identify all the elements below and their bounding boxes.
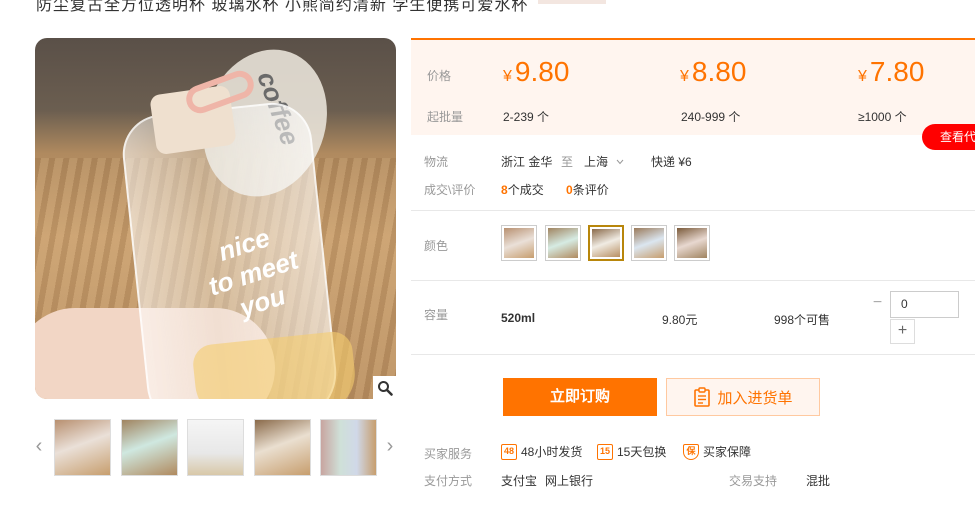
- batch-label: 起批量: [427, 110, 464, 124]
- zoom-button[interactable]: [373, 376, 396, 399]
- thumbnail-2[interactable]: [121, 419, 178, 476]
- logistics-label: 物流: [424, 155, 449, 169]
- logistics-to: 上海: [584, 155, 609, 169]
- sold-count: 8: [501, 183, 508, 197]
- tier-range-1: 2-239 个: [503, 110, 550, 124]
- capacity-stock: 998个可售: [774, 313, 831, 327]
- product-title: 防尘复古全方位透明杯 玻璃水杯 小熊简约清新 学生便携可爱水杯: [36, 0, 529, 14]
- title-tag: [538, 0, 606, 4]
- clipboard-icon: [694, 387, 711, 407]
- tier-price: 7.80: [869, 56, 925, 87]
- currency-symbol: ¥: [680, 68, 689, 85]
- price-tier-2: ¥8.80: [680, 56, 850, 88]
- thumbnail-1[interactable]: [54, 419, 111, 476]
- shield-icon: 保: [683, 443, 699, 460]
- quantity-plus-button[interactable]: +: [890, 319, 915, 344]
- currency-symbol: ¥: [503, 68, 512, 85]
- color-swatch-2[interactable]: [545, 225, 581, 261]
- divider: [411, 210, 975, 211]
- sold-info[interactable]: 8个成交: [501, 181, 544, 198]
- logistics-to-word: 至: [561, 155, 574, 169]
- payment-method-alipay: 支付宝: [501, 474, 538, 488]
- main-product-image[interactable]: coffee nice to meet you: [35, 38, 396, 399]
- color-label: 颜色: [424, 239, 449, 253]
- prev-thumb-arrow[interactable]: ‹: [32, 434, 46, 458]
- deals-label: 成交\评价: [424, 183, 476, 197]
- add-to-list-label: 加入进货单: [717, 389, 793, 407]
- capacity-unit-price: 9.80元: [662, 313, 698, 327]
- price-label: 价格: [427, 69, 452, 83]
- capacity-spec: 520ml: [501, 311, 536, 325]
- review-text: 条评价: [572, 183, 609, 197]
- quantity-input[interactable]: 0: [890, 291, 959, 318]
- service-48h[interactable]: 48 48小时发货: [501, 443, 582, 460]
- add-to-list-button[interactable]: 加入进货单: [666, 378, 820, 416]
- services-label: 买家服务: [424, 447, 473, 461]
- service-protection[interactable]: 保 买家保障: [683, 443, 751, 460]
- tier-range-3: ≥1000 个: [858, 110, 907, 124]
- service-15-day[interactable]: 15 15天包换: [597, 443, 666, 460]
- thumbnail-strip: ‹ ›: [35, 418, 396, 478]
- thumbnail-4[interactable]: [254, 419, 311, 476]
- service-text: 买家保障: [703, 445, 752, 459]
- divider: [411, 280, 975, 281]
- tier-range-2: 240-999 个: [681, 110, 741, 124]
- payment-label: 支付方式: [424, 474, 473, 488]
- tier-price: 8.80: [691, 56, 747, 87]
- quantity-minus-button[interactable]: −: [865, 291, 890, 316]
- trade-value: 混批: [806, 474, 831, 488]
- price-panel: 价格 起批量 ¥9.80 ¥8.80 ¥7.80 2-239 个 240-999…: [411, 38, 975, 135]
- currency-symbol: ¥: [858, 68, 867, 85]
- review-count: 0: [566, 183, 573, 197]
- color-swatch-5[interactable]: [674, 225, 710, 261]
- color-swatch-1[interactable]: [501, 225, 537, 261]
- sold-text: 个成交: [507, 183, 544, 197]
- thumbnail-3[interactable]: [187, 419, 244, 476]
- price-tier-3: ¥7.80: [858, 56, 975, 88]
- next-thumb-arrow[interactable]: ›: [383, 434, 397, 458]
- review-info[interactable]: 0条评价: [566, 181, 609, 198]
- thumbnail-5[interactable]: [320, 419, 377, 476]
- logistics-from: 浙江 金华: [501, 155, 553, 169]
- divider: [411, 354, 975, 355]
- destination-select[interactable]: 上海: [584, 153, 624, 170]
- capacity-label: 容量: [424, 308, 449, 322]
- buy-now-button[interactable]: 立即订购: [503, 378, 657, 416]
- service-text: 48小时发货: [521, 445, 583, 459]
- price-tier-1: ¥9.80: [503, 56, 673, 88]
- chevron-down-icon: [616, 159, 624, 164]
- service-text: 15天包换: [617, 445, 667, 459]
- magnifier-icon: [377, 380, 393, 396]
- trade-label: 交易支持: [729, 474, 778, 488]
- 48h-icon: 48: [501, 443, 517, 460]
- check-agent-button[interactable]: 查看代: [922, 124, 975, 150]
- 15-day-icon: 15: [597, 443, 613, 460]
- payment-method-bank: 网上银行: [545, 474, 594, 488]
- shipping-fee: 快递 ¥6: [651, 155, 692, 169]
- color-swatch-4[interactable]: [631, 225, 667, 261]
- color-swatch-3[interactable]: [588, 225, 624, 261]
- tier-price: 9.80: [514, 56, 570, 87]
